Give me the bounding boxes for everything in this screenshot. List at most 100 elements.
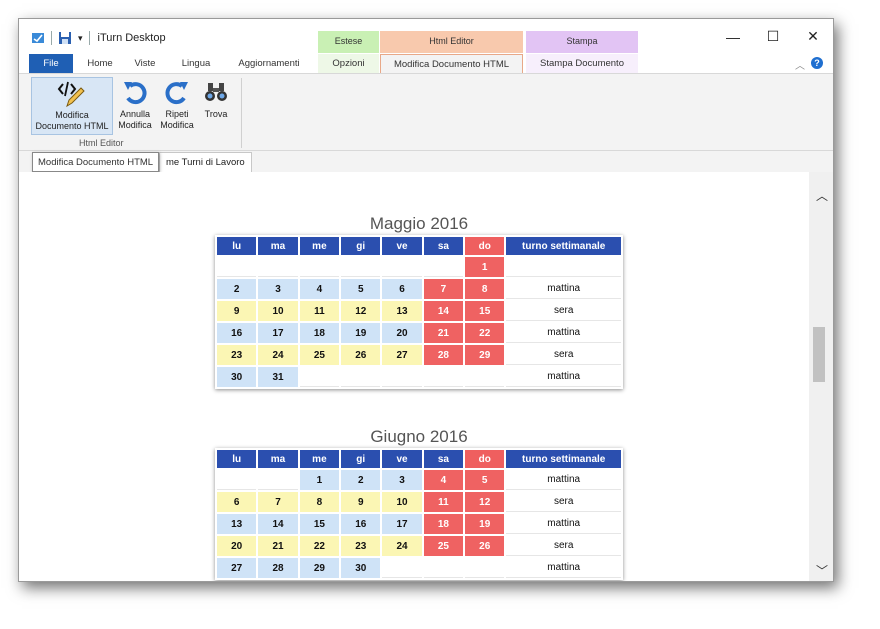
calendar-day-cell: 21 (258, 536, 298, 556)
calendar-day-cell: 18 (299, 323, 340, 343)
calendar-day-cell (217, 257, 257, 277)
calendar-day-cell: 22 (299, 536, 340, 556)
calendar-day-cell: 28 (423, 345, 464, 365)
ribbon-right-icons: ︿ ? (795, 57, 823, 72)
turno-settimanale-cell: sera (506, 536, 621, 556)
calendar-day-cell: 17 (258, 323, 298, 343)
scroll-thumb[interactable] (813, 327, 825, 382)
calendar-day-cell (382, 558, 422, 578)
button-label: Ripeti (165, 109, 189, 119)
trova-button[interactable]: Trova (199, 77, 233, 120)
annulla-modifica-button[interactable]: Annulla Modifica (115, 77, 155, 131)
turno-settimanale-cell: mattina (506, 558, 621, 578)
calendar-day-cell: 3 (382, 470, 422, 490)
ribbon-tabs: File Home Viste Lingua Aggiornamenti Opz… (19, 54, 833, 74)
calendar-day-cell: 25 (423, 536, 464, 556)
scroll-down-icon[interactable]: ﹀ (809, 557, 833, 581)
turno-settimanale-cell: sera (506, 301, 621, 321)
calendar-day-cell: 21 (423, 323, 464, 343)
calendar-day-cell: 10 (382, 492, 422, 512)
collapse-ribbon-icon[interactable]: ︿ (795, 57, 805, 72)
calendar-day-cell: 30 (341, 558, 381, 578)
tab-aggiornamenti[interactable]: Aggiornamenti (227, 54, 311, 73)
calendar-week-row: 27 28 29 30 mattina (217, 558, 621, 578)
calendar-week-row: 2 3 4 5 6 7 8 mattina (217, 279, 621, 299)
document-view[interactable]: Maggio 2016 lu ma me gi ve sa do turno settiman… (19, 172, 809, 581)
calendar-day-cell: 14 (258, 514, 298, 534)
context-group-estese: Estese (318, 31, 379, 53)
calendar-day-cell (465, 558, 505, 578)
tab-file[interactable]: File (29, 54, 73, 73)
calendar-day-cell: 28 (258, 558, 298, 578)
calendar-day-cell (423, 257, 464, 277)
context-group-stampa: Stampa (526, 31, 638, 53)
calendar-day-cell (382, 257, 422, 277)
calendar-header-cell: gi (341, 237, 381, 255)
month-title: Giugno 2016 (370, 427, 468, 446)
calendar-header-cell: gi (341, 450, 381, 468)
calendar-header-cell: do (465, 237, 505, 255)
tab-lingua[interactable]: Lingua (171, 54, 221, 73)
calendar-day-cell: 18 (423, 514, 464, 534)
turno-settimanale-cell: mattina (506, 470, 621, 490)
calendar-month: Maggio 2016 lu ma me gi ve sa do turno settiman… (215, 214, 623, 389)
tab-stampa-documento[interactable]: Stampa Documento (526, 54, 638, 73)
calendar-table: lu ma me gi ve sa do turno settimanale 12345678… (215, 235, 623, 389)
customize-qat-icon[interactable]: ▾ (78, 33, 83, 44)
help-icon[interactable]: ? (811, 57, 823, 69)
save-icon[interactable] (58, 31, 72, 45)
calendar-day-cell (258, 470, 298, 490)
turno-settimanale-cell: sera (506, 345, 621, 365)
calendar-day-cell: 7 (258, 492, 298, 512)
document-tab-turni[interactable]: me Turni di Lavoro (159, 152, 252, 172)
tab-modifica-documento-html[interactable]: Modifica Documento HTML (380, 54, 523, 74)
modifica-documento-html-button[interactable]: Modifica Documento HTML (31, 77, 113, 135)
tab-opzioni[interactable]: Opzioni (318, 54, 379, 73)
calendar-header-cell: sa (423, 237, 464, 255)
calendar-header-cell: lu (217, 237, 257, 255)
calendar-day-cell (423, 558, 464, 578)
calendar-day-cell: 23 (341, 536, 381, 556)
calendar-week-row: 1 2 3 4 5 mattina (217, 470, 621, 490)
calendar-week-row: 1 (217, 257, 621, 277)
calendar-day-cell: 31 (258, 367, 298, 387)
calendar-day-cell: 11 (423, 492, 464, 512)
calendar-header-cell: ma (258, 237, 298, 255)
calendar-day-cell: 6 (382, 279, 422, 299)
window-title: iTurn Desktop (97, 32, 166, 44)
month-title: Maggio 2016 (369, 214, 469, 233)
calendar-day-cell (217, 470, 257, 490)
calendar-day-cell: 24 (258, 345, 298, 365)
button-label: Documento HTML (35, 121, 109, 131)
title-bar: ▾ iTurn Desktop Estese Html Editor Stamp… (19, 19, 833, 54)
tab-viste[interactable]: Viste (125, 54, 165, 73)
turno-settimanale-cell: mattina (506, 279, 621, 299)
vertical-scrollbar[interactable]: ︿ ﹀ (809, 172, 833, 581)
calendar-header-cell: ma (258, 450, 298, 468)
calendar-day-cell: 20 (217, 536, 257, 556)
calendar-week-row: 6 7 8 9 10 11 12 sera (217, 492, 621, 512)
maximize-button[interactable]: ☐ (753, 19, 793, 54)
calendar-day-cell: 2 (341, 470, 381, 490)
calendar-week-row: 20 21 22 23 24 25 26 sera (217, 536, 621, 556)
ripeti-modifica-button[interactable]: Ripeti Modifica (157, 77, 197, 131)
turno-settimanale-cell: sera (506, 492, 621, 512)
calendar-month: Giugno 2016 lu ma me gi ve sa do turno settiman… (215, 427, 623, 580)
button-label: Trova (204, 109, 228, 119)
calendar-day-cell: 10 (258, 301, 298, 321)
calendar-header-cell: sa (423, 450, 464, 468)
calendar-day-cell: 23 (217, 345, 257, 365)
turno-settimanale-cell: mattina (506, 323, 621, 343)
turno-settimanale-cell: mattina (506, 367, 621, 387)
close-button[interactable]: ✕ (793, 19, 833, 54)
calendar-day-cell: 8 (299, 492, 340, 512)
calendar-header-cell: lu (217, 450, 257, 468)
tab-home[interactable]: Home (79, 54, 121, 73)
calendar-day-cell: 4 (299, 279, 340, 299)
calendar-day-cell: 12 (465, 492, 505, 512)
calendar-day-cell: 19 (341, 323, 381, 343)
minimize-button[interactable]: — (713, 19, 753, 54)
turno-settimanale-cell: mattina (506, 514, 621, 534)
scroll-up-icon[interactable]: ︿ (809, 182, 833, 208)
calendar-day-cell: 16 (217, 323, 257, 343)
